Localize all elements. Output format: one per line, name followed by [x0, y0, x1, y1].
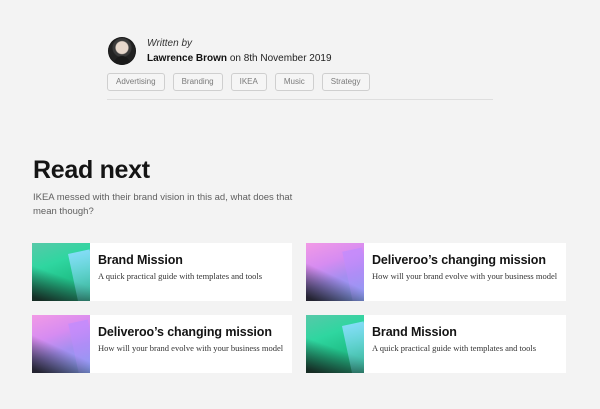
author-name[interactable]: Lawrence Brown	[147, 53, 227, 64]
tag-ikea[interactable]: IKEA	[230, 73, 267, 91]
article-card[interactable]: Brand Mission A quick practical guide wi…	[306, 315, 566, 373]
article-description: How will your brand evolve with your bus…	[98, 343, 284, 353]
article-title: Brand Mission	[98, 253, 183, 267]
read-next-heading: Read next	[33, 156, 150, 184]
publish-date: on 8th November 2019	[229, 53, 332, 64]
article-card[interactable]: Brand Mission A quick practical guide wi…	[32, 243, 292, 301]
article-description: How will your brand evolve with your bus…	[372, 271, 558, 281]
article-title: Deliveroo’s changing mission	[372, 253, 546, 267]
article-thumbnail	[306, 243, 364, 301]
article-card[interactable]: Deliveroo’s changing mission How will yo…	[32, 315, 292, 373]
article-thumbnail	[32, 243, 90, 301]
author-block: Written by Lawrence Brown on 8th Novembe…	[108, 37, 332, 65]
tag-music[interactable]: Music	[274, 73, 314, 91]
card-body: Brand Mission A quick practical guide wi…	[90, 243, 270, 301]
divider	[107, 99, 493, 100]
article-description: A quick practical guide with templates a…	[98, 271, 263, 281]
card-body: Deliveroo’s changing mission How will yo…	[90, 315, 291, 373]
written-by-label: Written by	[147, 38, 193, 49]
card-body: Brand Mission A quick practical guide wi…	[364, 315, 544, 373]
tag-strategy[interactable]: Strategy	[321, 73, 370, 91]
article-title: Brand Mission	[372, 325, 457, 339]
tag-advertising[interactable]: Advertising	[107, 73, 165, 91]
article-card[interactable]: Deliveroo’s changing mission How will yo…	[306, 243, 566, 301]
card-body: Deliveroo’s changing mission How will yo…	[364, 243, 565, 301]
tag-branding[interactable]: Branding	[172, 73, 223, 91]
author-text: Written by Lawrence Brown on 8th Novembe…	[147, 37, 332, 65]
article-title: Deliveroo’s changing mission	[98, 325, 272, 339]
author-line: Lawrence Brown on 8th November 2019	[147, 52, 332, 65]
article-thumbnail	[306, 315, 364, 373]
read-next-subtitle: IKEA messed with their brand vision in t…	[33, 192, 293, 217]
tag-list: Advertising Branding IKEA Music Strategy	[107, 73, 370, 91]
author-avatar	[108, 37, 136, 65]
article-description: A quick practical guide with templates a…	[372, 343, 537, 353]
article-thumbnail	[32, 315, 90, 373]
